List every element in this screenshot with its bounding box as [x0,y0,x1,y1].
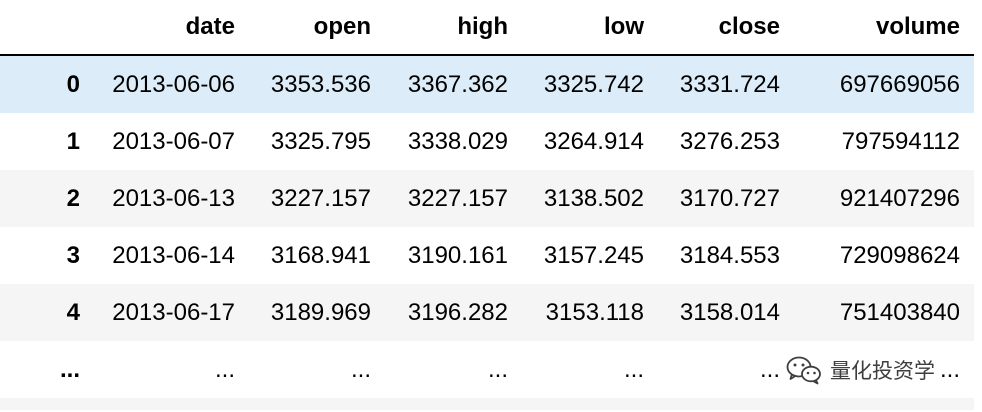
table-row-partial [0,398,974,410]
cell-high: ... [385,341,522,398]
cell-date: 2013-06-14 [94,227,249,284]
cell-low: 3157.245 [522,227,658,284]
cell-low: 3153.118 [522,284,658,341]
cell-open: 3325.795 [249,113,385,170]
cell-date: 2013-06-07 [94,113,249,170]
cell-close: 3184.553 [658,227,794,284]
cell-date: ... [94,341,249,398]
table-row: 3 2013-06-14 3168.941 3190.161 3157.245 … [0,227,974,284]
cell-high: 3190.161 [385,227,522,284]
wechat-icon [786,355,822,385]
cell-open: ... [249,341,385,398]
dataframe-view: date open high low close volume 0 2013-0… [0,0,982,412]
table-row: 1 2013-06-07 3325.795 3338.029 3264.914 … [0,113,974,170]
column-header-close: close [658,0,794,56]
cell-date: 2013-06-06 [94,55,249,113]
column-header-date: date [94,0,249,56]
header-row: date open high low close volume [0,0,974,56]
cell-low: 3325.742 [522,55,658,113]
cell-volume: 797594112 [794,113,974,170]
row-index: 3 [0,227,94,284]
cell-close: 3170.727 [658,170,794,227]
cell-close: ... [658,341,794,398]
row-index: ... [0,341,94,398]
row-index: 0 [0,55,94,113]
column-header-volume: volume [794,0,974,56]
cell-high: 3227.157 [385,170,522,227]
column-header-high: high [385,0,522,56]
cell-date: 2013-06-13 [94,170,249,227]
column-header-open: open [249,0,385,56]
column-header-low: low [522,0,658,56]
table-row: 2 2013-06-13 3227.157 3227.157 3138.502 … [0,170,974,227]
cell-open: 3227.157 [249,170,385,227]
cell-open: 3353.536 [249,55,385,113]
cell-low: ... [522,341,658,398]
row-index: 1 [0,113,94,170]
cell-date: 2013-06-17 [94,284,249,341]
cell-volume: 751403840 [794,284,974,341]
cell-high: 3338.029 [385,113,522,170]
cell-volume: 729098624 [794,227,974,284]
cell-volume: 921407296 [794,170,974,227]
cell-volume: 697669056 [794,55,974,113]
cell-high: 3196.282 [385,284,522,341]
watermark-text: 量化投资学 [830,359,935,383]
cell-close: 3331.724 [658,55,794,113]
cell-open: 3189.969 [249,284,385,341]
cell-close: 3158.014 [658,284,794,341]
table-row: 0 2013-06-06 3353.536 3367.362 3325.742 … [0,55,974,113]
row-index: 2 [0,170,94,227]
dataframe-table: date open high low close volume 0 2013-0… [0,0,974,410]
cell-low: 3264.914 [522,113,658,170]
cell-high: 3367.362 [385,55,522,113]
watermark: 量化投资学 [786,350,935,390]
row-index: 4 [0,284,94,341]
cell-open: 3168.941 [249,227,385,284]
table-row: 4 2013-06-17 3189.969 3196.282 3153.118 … [0,284,974,341]
index-header [0,0,94,56]
cell-close: 3276.253 [658,113,794,170]
cell-low: 3138.502 [522,170,658,227]
